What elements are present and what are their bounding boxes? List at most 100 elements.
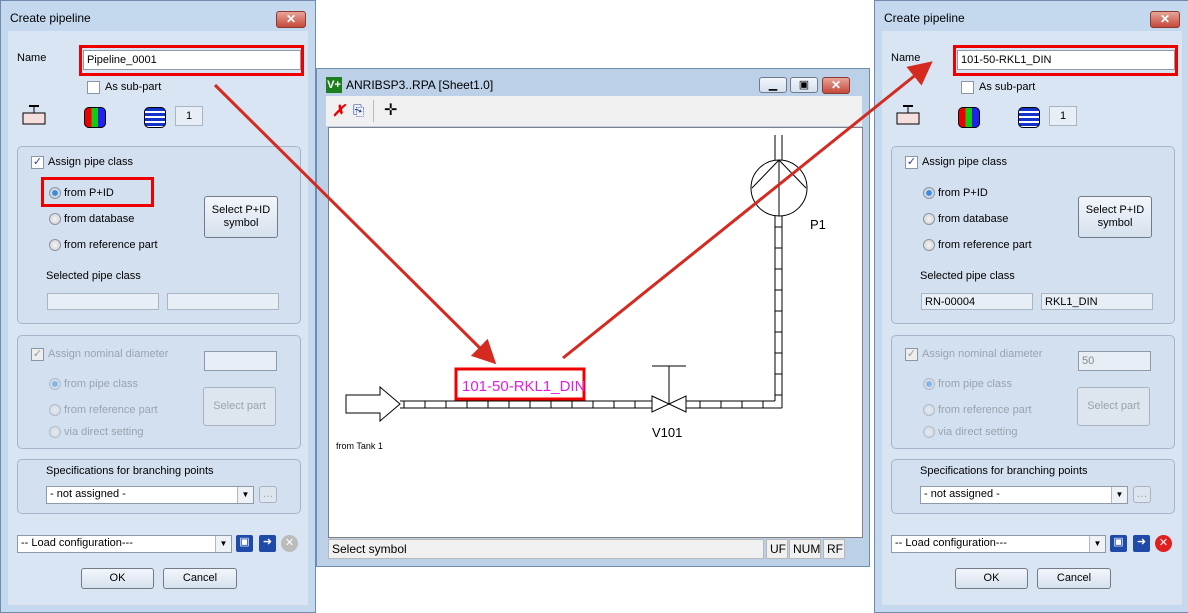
valve-icon[interactable] (21, 103, 47, 127)
dialog-close-button[interactable]: ✕ (1150, 11, 1180, 28)
layer-icon[interactable] (1018, 107, 1040, 128)
close-button[interactable]: ✕ (822, 77, 850, 94)
load-configuration-value: -- Load configuration--- (895, 537, 1007, 549)
from-pid-label: from P+ID (64, 187, 114, 199)
pipe-class-field-1 (47, 293, 159, 310)
toolbar-separator (373, 100, 374, 122)
select-pid-symbol-button[interactable]: Select P+ID symbol (204, 196, 278, 238)
status-rf: RF (823, 539, 845, 559)
count-field[interactable]: 1 (1049, 106, 1077, 126)
nom-from-pipe-class-label: from pipe class (938, 378, 1012, 390)
assign-nominal-label: Assign nominal diameter (922, 348, 1043, 360)
from-database-radio[interactable] (923, 213, 935, 225)
ok-button[interactable]: OK (81, 568, 154, 589)
via-direct-label: via direct setting (938, 426, 1018, 438)
assign-pipe-class-label: Assign pipe class (48, 156, 133, 168)
create-pipeline-dialog-left: Create pipeline ✕ Name Pipeline_0001 As … (0, 0, 316, 613)
select-pid-symbol-button[interactable]: Select P+ID symbol (1078, 196, 1152, 238)
assign-nominal-checkbox[interactable]: ✓ (905, 348, 918, 361)
branching-label: Specifications for branching points (46, 465, 214, 477)
assign-pipe-class-checkbox[interactable]: ✓ (905, 156, 918, 169)
select-part-button[interactable]: Select part (203, 387, 276, 426)
load-configuration-select[interactable]: -- Load configuration--- ▼ (891, 535, 1106, 553)
sub-part-checkbox[interactable] (961, 81, 974, 94)
color-icon[interactable] (84, 107, 106, 128)
name-input[interactable]: 101-50-RKL1_DIN (957, 50, 1175, 70)
from-reference-radio[interactable] (923, 239, 935, 251)
branching-value: - not assigned - (924, 488, 1000, 500)
sub-part-label: As sub-part (979, 81, 1036, 93)
chevron-down-icon: ▼ (237, 487, 253, 503)
status-num: NUM (789, 539, 821, 559)
dialog-title: Create pipeline (884, 11, 965, 25)
minimize-button[interactable]: ▁ (759, 77, 787, 93)
nom-from-pipe-class-radio[interactable] (49, 378, 61, 390)
delete-icon[interactable]: ✗ (332, 101, 345, 121)
via-direct-radio[interactable] (923, 426, 935, 438)
nom-from-reference-radio[interactable] (923, 404, 935, 416)
copy-icon[interactable]: ⎘ (353, 102, 364, 119)
cancel-button[interactable]: Cancel (1037, 568, 1111, 589)
via-direct-label: via direct setting (64, 426, 144, 438)
maximize-button[interactable]: ▣ (790, 77, 818, 93)
name-input[interactable]: Pipeline_0001 (83, 50, 301, 70)
sub-part-checkbox[interactable] (87, 81, 100, 94)
nom-from-reference-label: from reference part (64, 404, 158, 416)
create-pipeline-dialog-right: Create pipeline ✕ Name 101-50-RKL1_DIN A… (874, 0, 1188, 613)
branching-label: Specifications for branching points (920, 465, 1088, 477)
assign-pipe-class-label: Assign pipe class (922, 156, 1007, 168)
selected-pipe-class-label: Selected pipe class (920, 270, 1015, 282)
nominal-diameter-field[interactable] (204, 351, 277, 371)
assign-pipe-class-checkbox[interactable]: ✓ (31, 156, 44, 169)
ok-button[interactable]: OK (955, 568, 1028, 589)
nom-from-pipe-class-radio[interactable] (923, 378, 935, 390)
export-icon[interactable]: ➜ (1133, 535, 1150, 552)
status-text: Select symbol (328, 539, 764, 559)
nom-from-pipe-class-label: from pipe class (64, 378, 138, 390)
status-uf: UF (766, 539, 788, 559)
from-pid-label: from P+ID (938, 187, 988, 199)
assign-nominal-checkbox[interactable]: ✓ (31, 348, 44, 361)
export-icon[interactable]: ➜ (259, 535, 276, 552)
from-database-radio[interactable] (49, 213, 61, 225)
dialog-close-button[interactable]: ✕ (276, 11, 306, 28)
chevron-down-icon: ▼ (1089, 536, 1105, 552)
from-pid-radio[interactable] (49, 187, 61, 199)
cancel-button[interactable]: Cancel (163, 568, 237, 589)
branching-more-button[interactable]: … (259, 486, 277, 503)
save-icon[interactable]: ▣ (1110, 535, 1127, 552)
nominal-diameter-field[interactable]: 50 (1078, 351, 1151, 371)
layer-icon[interactable] (144, 107, 166, 128)
toolbar: ✗ ⎘ ✛ (326, 96, 862, 126)
via-direct-radio[interactable] (49, 426, 61, 438)
move-icon[interactable]: ✛ (384, 100, 397, 120)
window-title: ANRIBSP3..RPA [Sheet1.0] (346, 78, 494, 92)
name-label: Name (17, 52, 47, 64)
color-icon[interactable] (958, 107, 980, 128)
name-label: Name (891, 52, 921, 64)
pipe-class-field-2: RKL1_DIN (1041, 293, 1153, 310)
nom-from-reference-radio[interactable] (49, 404, 61, 416)
save-icon[interactable]: ▣ (236, 535, 253, 552)
sub-part-label: As sub-part (105, 81, 162, 93)
branching-select[interactable]: - not assigned - ▼ (920, 486, 1128, 504)
from-pid-radio[interactable] (923, 187, 935, 199)
drawing-canvas[interactable] (328, 127, 863, 538)
from-database-label: from database (938, 213, 1009, 225)
branching-more-button[interactable]: … (1133, 486, 1151, 503)
valve-icon[interactable] (895, 103, 921, 127)
from-database-label: from database (64, 213, 135, 225)
from-reference-label: from reference part (64, 239, 158, 251)
count-field[interactable]: 1 (175, 106, 203, 126)
nom-from-reference-label: from reference part (938, 404, 1032, 416)
delete-config-icon[interactable]: ✕ (281, 535, 298, 552)
app-icon: V+ (326, 77, 342, 93)
pipe-class-field-2 (167, 293, 279, 310)
load-configuration-select[interactable]: -- Load configuration--- ▼ (17, 535, 232, 553)
from-reference-radio[interactable] (49, 239, 61, 251)
from-reference-label: from reference part (938, 239, 1032, 251)
branching-select[interactable]: - not assigned - ▼ (46, 486, 254, 504)
dialog-title: Create pipeline (10, 11, 91, 25)
select-part-button[interactable]: Select part (1077, 387, 1150, 426)
delete-config-icon[interactable]: ✕ (1155, 535, 1172, 552)
